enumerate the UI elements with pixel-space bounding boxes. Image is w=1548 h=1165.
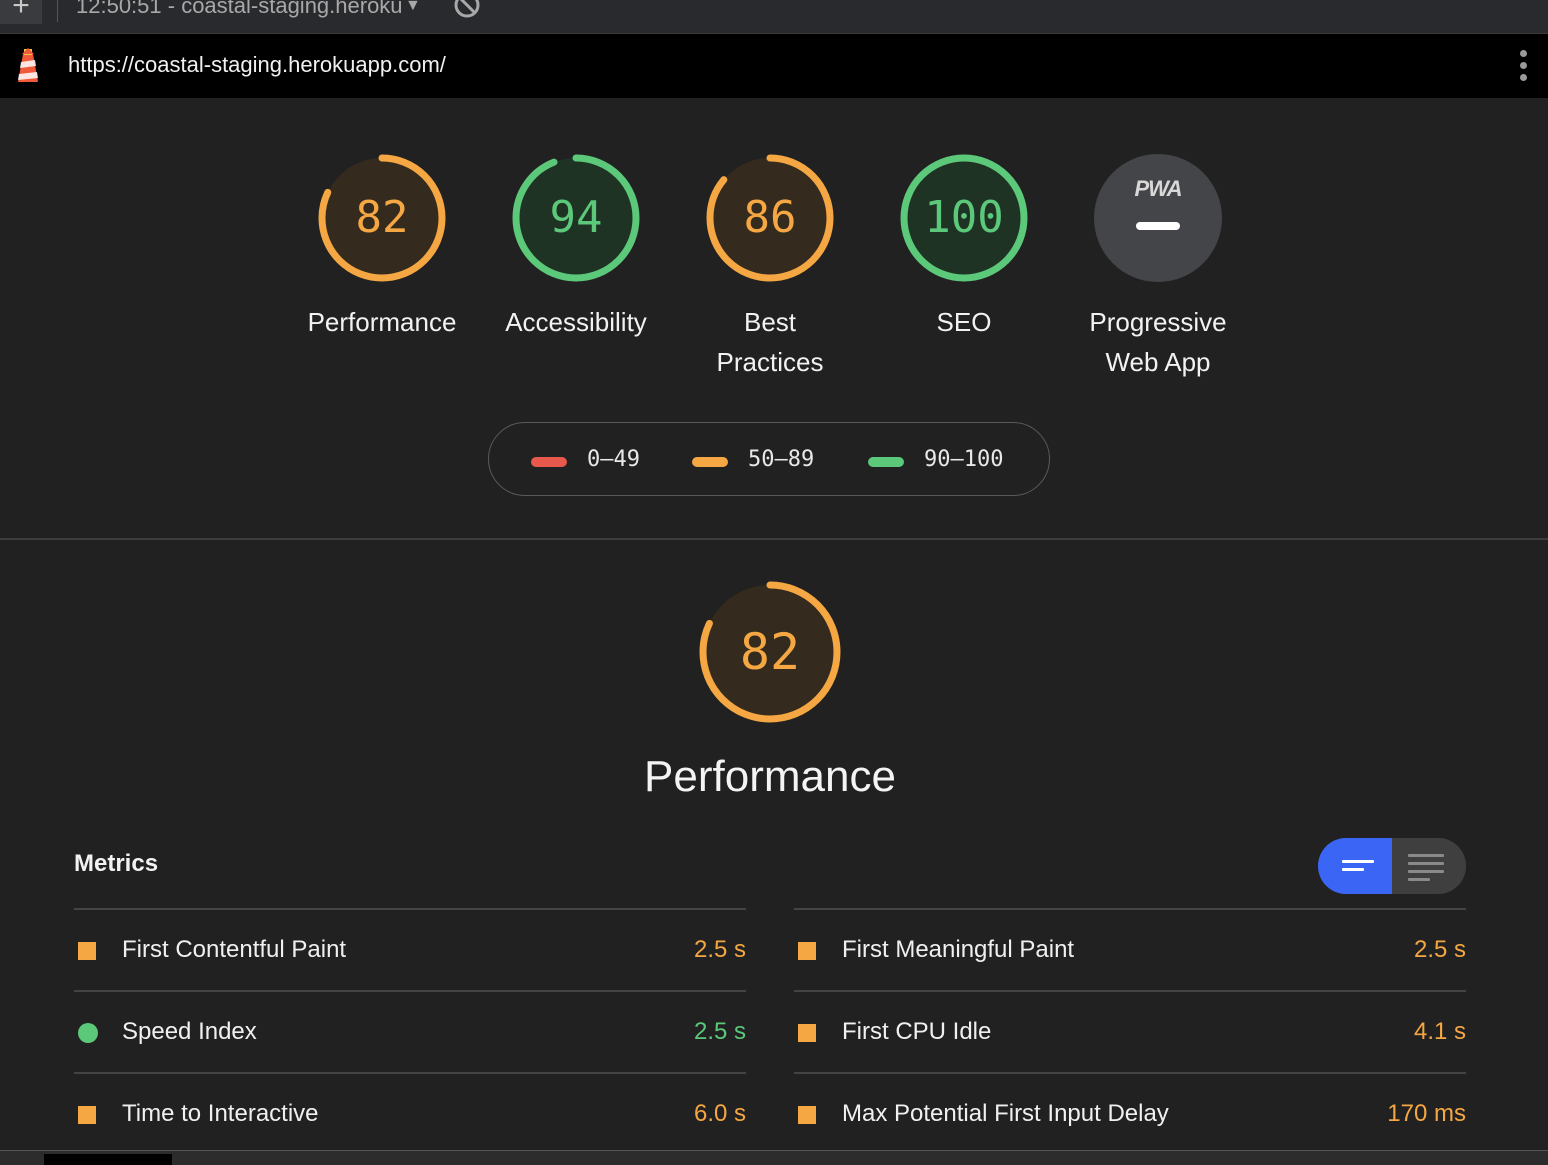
pwa-badge-gauge[interactable]: PWA — [1094, 154, 1222, 282]
metric-max-potential-fid: Max Potential First Input Delay 170 ms — [794, 1072, 1466, 1156]
gauge-score: 100 — [924, 192, 1004, 243]
gauge-label-seo: SEO — [936, 307, 992, 337]
gauge-score: 94 — [549, 192, 603, 243]
average-square-icon — [78, 942, 96, 960]
metrics-view-toggle[interactable] — [1318, 838, 1466, 894]
chevron-down-icon[interactable]: ▼ — [405, 0, 421, 20]
metric-first-contentful-paint: First Contentful Paint 2.5 s — [74, 908, 746, 992]
legend-swatch-average — [692, 457, 728, 467]
performance-section-gauge: 82 — [698, 580, 842, 724]
seo-gauge[interactable]: 100 — [899, 153, 1029, 283]
devtools-toolbar: + 12:50:51 - coastal-staging.herokuapp.c… — [0, 0, 1548, 34]
legend-swatch-fail — [531, 457, 567, 467]
metric-name: Time to Interactive — [122, 1100, 319, 1127]
metric-value: 2.5 s — [693, 1018, 746, 1045]
gauge-label-accessibility: Accessibility — [505, 307, 647, 337]
legend-range: 0–49 — [587, 447, 640, 472]
compact-view-button[interactable] — [1318, 838, 1392, 894]
metric-name: Speed Index — [122, 1018, 257, 1045]
performance-gauge[interactable]: 82 — [317, 153, 447, 283]
average-square-icon — [78, 1106, 96, 1124]
metric-name: First Contentful Paint — [122, 936, 347, 963]
report-selector[interactable]: 12:50:51 - coastal-staging.herokuapp.com — [76, 0, 401, 20]
metric-value: 170 ms — [1387, 1100, 1466, 1127]
new-report-button[interactable]: + — [0, 0, 42, 24]
metrics-heading: Metrics — [74, 850, 159, 877]
toolbar-divider — [57, 0, 58, 22]
legend-swatch-pass — [868, 457, 904, 467]
average-square-icon — [798, 942, 816, 960]
report-url[interactable]: https://coastal-staging.herokuapp.com/ — [68, 52, 446, 78]
legend-range: 50–89 — [748, 447, 815, 472]
metric-value: 2.5 s — [1413, 936, 1466, 963]
section-divider — [0, 538, 1548, 540]
bottom-scroll-strip — [0, 1150, 1548, 1165]
report-url-bar: https://coastal-staging.herokuapp.com/ — [0, 34, 1548, 98]
metric-first-meaningful-paint: First Meaningful Paint 2.5 s — [794, 908, 1466, 992]
metric-value: 2.5 s — [693, 936, 746, 963]
gauge-score: 86 — [743, 192, 797, 243]
score-scale-legend: 0–49 50–89 90–100 — [488, 422, 1050, 496]
metric-name: Max Potential First Input Delay — [842, 1100, 1169, 1127]
metric-time-to-interactive: Time to Interactive 6.0 s — [74, 1072, 746, 1156]
metric-value: 4.1 s — [1413, 1018, 1466, 1045]
metric-first-cpu-idle: First CPU Idle 4.1 s — [794, 990, 1466, 1074]
expanded-view-button[interactable] — [1392, 838, 1466, 894]
section-title: Performance — [644, 752, 896, 801]
pass-circle-icon — [78, 1023, 98, 1043]
legend-range: 90–100 — [924, 447, 1004, 472]
pwa-dash-icon — [1136, 222, 1180, 230]
metric-value: 6.0 s — [693, 1100, 746, 1127]
average-square-icon — [798, 1106, 816, 1124]
best-practices-gauge[interactable]: 86 — [705, 153, 835, 283]
scrollbar-thumb[interactable] — [44, 1154, 172, 1165]
gauge-label-performance: Performance — [307, 307, 457, 337]
lighthouse-logo-icon — [14, 48, 42, 89]
accessibility-gauge[interactable]: 94 — [511, 153, 641, 283]
clear-all-icon[interactable] — [452, 0, 482, 25]
gauge-score: 82 — [739, 623, 801, 681]
metric-name: First Meaningful Paint — [842, 936, 1075, 963]
gauge-label-best-practices: Best Practices — [716, 307, 824, 377]
metric-speed-index: Speed Index 2.5 s — [74, 990, 746, 1074]
gauge-label-pwa: Progressive Web App — [1089, 307, 1227, 377]
metric-name: First CPU Idle — [842, 1018, 992, 1045]
average-square-icon — [798, 1024, 816, 1042]
more-options-icon[interactable] — [1520, 50, 1527, 86]
gauge-score: 82 — [355, 192, 409, 243]
pwa-icon: PWA — [1134, 176, 1182, 201]
